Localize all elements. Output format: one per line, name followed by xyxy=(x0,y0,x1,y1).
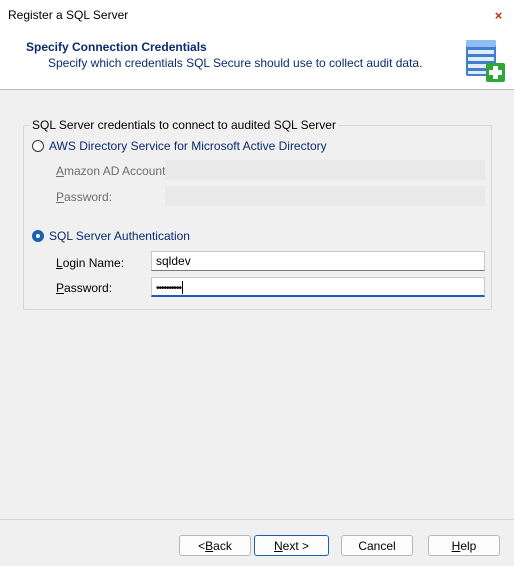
aws-auth-radio[interactable] xyxy=(32,140,44,152)
next-button-hotkey: N xyxy=(273,538,283,553)
aws-auth-label: AWS Directory Service for Microsoft Acti… xyxy=(49,139,327,153)
database-add-icon xyxy=(466,40,505,82)
sql-auth-radio[interactable] xyxy=(32,230,44,242)
close-icon[interactable]: × xyxy=(491,8,506,23)
wizard-header: Specify Connection Credentials Specify w… xyxy=(0,31,514,90)
help-button-hotkey: H xyxy=(451,538,461,553)
aws-password-label: Password: xyxy=(56,190,113,204)
amazon-ad-account-input xyxy=(165,160,485,180)
cancel-button[interactable]: Cancel xyxy=(341,535,413,556)
back-button-label: ack xyxy=(213,538,232,553)
window-title: Register a SQL Server xyxy=(8,8,129,22)
back-button-prefix: < xyxy=(198,538,206,553)
back-button-hotkey: B xyxy=(205,538,214,553)
sql-password-input[interactable]: •••••••••• xyxy=(151,277,485,297)
help-button[interactable]: Help xyxy=(428,535,500,556)
sql-auth-option[interactable]: SQL Server Authentication xyxy=(32,229,190,243)
page-title: Specify Connection Credentials xyxy=(26,40,207,54)
cancel-button-label: Cancel xyxy=(358,538,396,553)
page-subtitle: Specify which credentials SQL Secure sho… xyxy=(48,56,423,70)
back-button[interactable]: < Back xyxy=(179,535,251,556)
next-button-label: ext > xyxy=(282,538,310,553)
credentials-group-label: SQL Server credentials to connect to aud… xyxy=(29,118,339,132)
footer-divider xyxy=(0,519,514,520)
sql-auth-label: SQL Server Authentication xyxy=(49,229,190,243)
amazon-ad-account-label: Amazon AD Account: xyxy=(56,164,169,178)
title-bar: Register a SQL Server × xyxy=(0,0,514,31)
login-name-input[interactable] xyxy=(151,251,485,271)
login-name-label: Login Name: xyxy=(56,256,125,270)
next-button[interactable]: Next > xyxy=(254,535,329,556)
help-button-label: elp xyxy=(460,538,477,553)
password-mask: •••••••••• xyxy=(156,283,182,294)
sql-password-label: Password: xyxy=(56,281,113,295)
text-caret xyxy=(182,281,184,295)
aws-auth-option[interactable]: AWS Directory Service for Microsoft Acti… xyxy=(32,139,327,153)
aws-password-input xyxy=(165,186,485,206)
